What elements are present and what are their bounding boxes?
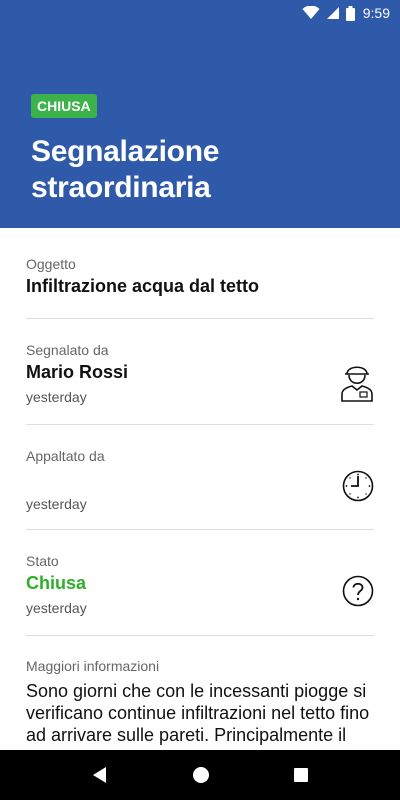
worker-avatar-icon — [341, 366, 373, 402]
divider — [26, 635, 374, 636]
oggetto-label: Oggetto — [26, 256, 76, 272]
divider — [26, 424, 374, 425]
field-oggetto: Oggetto Infiltrazione acqua dal tetto — [26, 256, 374, 297]
field-segnalato[interactable]: Segnalato da Mario Rossi yesterday — [26, 342, 374, 412]
stato-value: Chiusa — [26, 573, 87, 593]
recents-icon[interactable] — [293, 767, 309, 783]
clock-icon — [342, 470, 374, 502]
page-title: Segnalazione straordinaria — [31, 135, 220, 204]
appaltato-date: yesterday — [26, 496, 87, 512]
signal-icon — [326, 7, 339, 19]
field-info: Maggiori informazioni Sono giorni che co… — [26, 658, 374, 750]
status-bar: 9:59 — [0, 0, 400, 26]
segnalato-date: yesterday — [26, 389, 87, 405]
question-icon — [342, 575, 374, 607]
segnalato-label: Segnalato da — [26, 342, 109, 358]
clock-time: 9:59 — [362, 5, 390, 21]
segnalato-value: Mario Rossi — [26, 362, 129, 382]
divider — [26, 529, 374, 530]
navigation-bar — [0, 750, 400, 800]
field-stato[interactable]: Stato Chiusa yesterday — [26, 553, 374, 623]
divider — [26, 318, 374, 319]
status-badge: CHIUSA — [31, 94, 97, 118]
info-text: Sono giorni che con le incessanti piogge… — [26, 681, 370, 745]
oggetto-value: Infiltrazione acqua dal tetto — [26, 276, 260, 296]
home-icon[interactable] — [192, 766, 210, 784]
battery-icon — [345, 5, 355, 21]
field-appaltato[interactable]: Appaltato da yesterday — [26, 448, 374, 518]
stato-label: Stato — [26, 553, 59, 569]
appaltato-label: Appaltato da — [26, 448, 105, 464]
back-icon[interactable] — [91, 766, 109, 784]
appaltato-value — [26, 468, 374, 490]
header: 9:59 CHIUSA Segnalazione straordinaria — [0, 0, 400, 228]
stato-date: yesterday — [26, 600, 87, 616]
info-label: Maggiori informazioni — [26, 658, 160, 674]
wifi-icon — [302, 6, 320, 19]
